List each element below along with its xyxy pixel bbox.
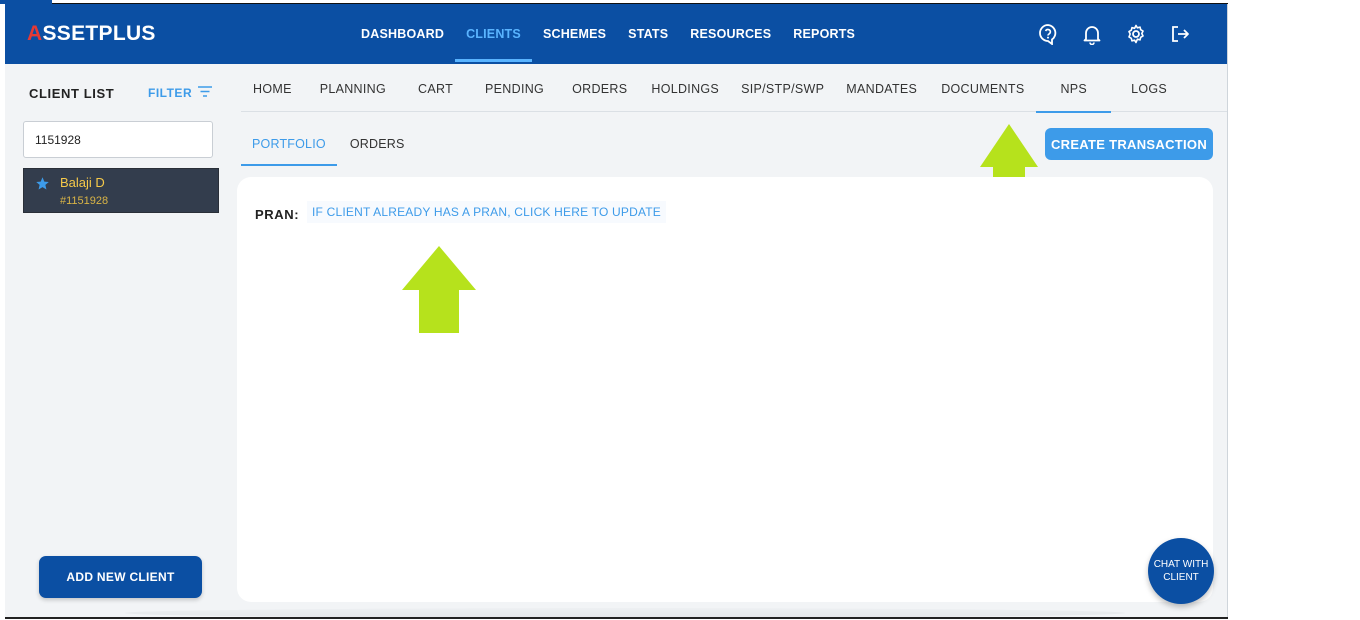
star-icon[interactable] (35, 176, 50, 196)
subnav-logs[interactable]: LOGS (1111, 64, 1187, 112)
highlight-arrow-up-icon (402, 246, 476, 333)
client-search-input[interactable] (23, 121, 213, 158)
logo-text: SSETPLUS (42, 22, 156, 45)
top-icons (1036, 22, 1192, 46)
tab-portfolio[interactable]: PORTFOLIO (241, 114, 337, 166)
assetplus-logo[interactable]: ASSETPLUS (27, 22, 156, 46)
pran-label: PRAN: (255, 207, 300, 222)
filter-icon (198, 86, 213, 100)
filter-label: FILTER (148, 86, 193, 100)
nav-schemes[interactable]: SCHEMES (532, 4, 617, 64)
main-menu: DASHBOARD CLIENTS SCHEMES STATS RESOURCE… (350, 4, 866, 64)
nav-clients[interactable]: CLIENTS (455, 4, 532, 64)
create-transaction-button[interactable]: CREATE TRANSACTION (1045, 128, 1213, 160)
nav-resources[interactable]: RESOURCES (679, 4, 782, 64)
chat-with-client-button[interactable]: CHAT WITH CLIENT (1148, 538, 1214, 604)
logout-icon[interactable] (1168, 22, 1192, 46)
subnav-sip-stp-swp[interactable]: SIP/STP/SWP (731, 64, 834, 112)
filter-button[interactable]: FILTER (148, 86, 213, 100)
subnav-planning[interactable]: PLANNING (304, 64, 402, 112)
client-sidebar: CLIENT LIST FILTER Balaji D #1151928 ADD… (5, 64, 233, 618)
client-name: Balaji D (60, 175, 105, 190)
app-window: ASSETPLUS DASHBOARD CLIENTS SCHEMES STAT… (5, 4, 1228, 618)
subnav-nps[interactable]: NPS (1036, 64, 1111, 113)
client-list-item[interactable]: Balaji D #1151928 (23, 168, 219, 213)
subnav-cart[interactable]: CART (402, 64, 469, 112)
update-pran-link[interactable]: IF CLIENT ALREADY HAS A PRAN, CLICK HERE… (307, 201, 666, 223)
bell-icon[interactable] (1080, 22, 1104, 46)
logo-letter: A (27, 22, 43, 45)
gear-icon[interactable] (1124, 22, 1148, 46)
nav-stats[interactable]: STATS (617, 4, 679, 64)
help-icon[interactable] (1036, 22, 1060, 46)
add-new-client-button[interactable]: ADD NEW CLIENT (39, 556, 202, 598)
subnav-mandates[interactable]: MANDATES (834, 64, 929, 112)
client-subnav: HOME PLANNING CART PENDING ORDERS HOLDIN… (241, 64, 1228, 113)
tab-orders[interactable]: ORDERS (337, 114, 418, 166)
client-list-title: CLIENT LIST (29, 86, 115, 101)
nps-tabs: PORTFOLIO ORDERS (241, 114, 418, 166)
subnav-orders[interactable]: ORDERS (560, 64, 639, 112)
subnav-documents[interactable]: DOCUMENTS (929, 64, 1036, 112)
subnav-pending[interactable]: PENDING (469, 64, 560, 112)
nav-reports[interactable]: REPORTS (782, 4, 866, 64)
nav-dashboard[interactable]: DASHBOARD (350, 4, 455, 64)
portfolio-panel: PRAN: IF CLIENT ALREADY HAS A PRAN, CLIC… (237, 177, 1213, 602)
subnav-home[interactable]: HOME (241, 64, 304, 112)
client-id: #1151928 (60, 195, 109, 207)
subnav-holdings[interactable]: HOLDINGS (639, 64, 731, 112)
top-navigation-bar: ASSETPLUS DASHBOARD CLIENTS SCHEMES STAT… (5, 4, 1228, 64)
